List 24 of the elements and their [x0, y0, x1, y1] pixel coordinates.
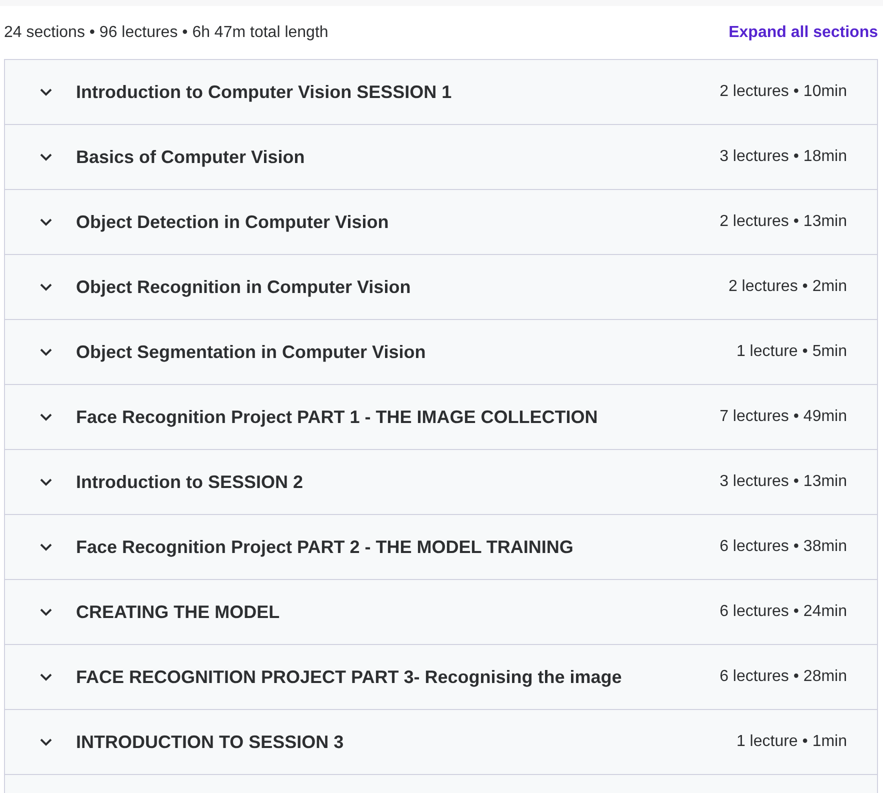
section-title: Face Recognition Project PART 2 - THE MODEL TRAINING — [76, 536, 574, 558]
section-title: Object Recognition in Computer Vision — [76, 276, 412, 298]
section-title: CREATING THE MODEL — [76, 602, 281, 622]
section-length: 2 lectures • 10min — [720, 83, 847, 101]
section-length: 6 lectures • 38min — [720, 538, 847, 556]
section-length: 6 lectures • 24min — [720, 603, 847, 621]
section-title: Object Detection in Computer Vision — [76, 212, 390, 232]
section-title: INTRODUCTION TO SESSION 3 — [76, 732, 345, 752]
section-length: 1 lecture • 5min — [736, 343, 847, 361]
section-length: 7 lectures • 49min — [720, 408, 847, 426]
section-title: Introduction to SESSION 2 — [76, 472, 304, 492]
section-length: 2 lectures • 2min — [728, 278, 847, 296]
section-length: 2 lectures • 13min — [720, 213, 847, 231]
expand-all-link[interactable]: Expand all sections — [728, 24, 878, 42]
section-title: Object Segmentation in Computer Vision — [76, 342, 427, 362]
section-title: Introduction to Computer Vision SESSION 1 — [76, 82, 453, 102]
section-length: 6 lectures • 28min — [720, 668, 847, 686]
section-length: 1 lecture • 1min — [736, 733, 847, 751]
section-title: Basics of Computer Vision — [76, 146, 306, 168]
section-title: FACE RECOGNITION PROJECT PART 3- Recognising the image — [76, 666, 623, 688]
section-length: 3 lectures • 18min — [720, 148, 847, 166]
course-summary: 24 sections • 96 lectures • 6h 47m total length — [4, 24, 328, 42]
section-length: 3 lectures • 13min — [720, 473, 847, 491]
section-title: Face Recognition Project PART 1 - THE IMAGE COLLECTION — [76, 406, 599, 428]
